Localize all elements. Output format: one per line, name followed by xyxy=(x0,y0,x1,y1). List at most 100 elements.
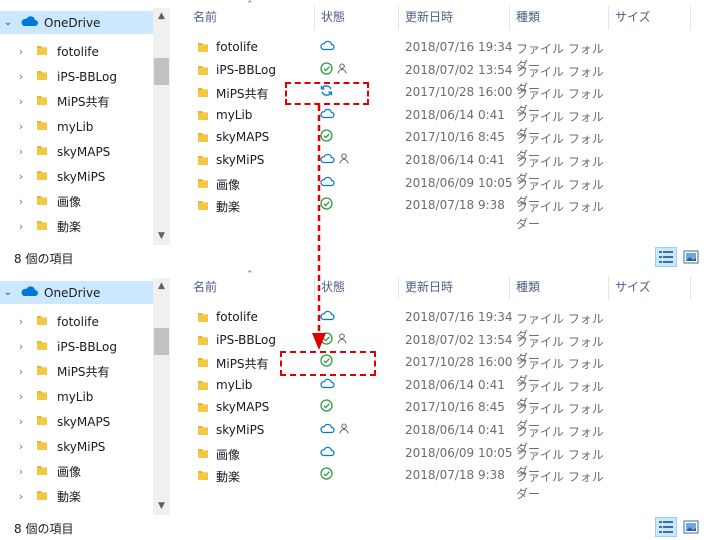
file-type: ファイル フォルダー xyxy=(516,200,604,232)
nav-item[interactable]: › skyMiPS xyxy=(0,434,153,459)
chevron-right-icon[interactable]: › xyxy=(13,70,29,83)
nav-item-label: iPS-BBLog xyxy=(57,339,117,354)
nav-scrollbar[interactable]: ▲ ▼ xyxy=(153,278,170,515)
nav-item[interactable]: › myLib xyxy=(0,114,153,139)
column-divider[interactable] xyxy=(608,276,609,300)
column-header-name[interactable]: 名前 xyxy=(193,278,217,300)
nav-root-onedrive[interactable]: ⌄ OneDrive xyxy=(0,281,153,304)
column-header-modified[interactable]: 更新日時 xyxy=(405,278,453,300)
explorer-pane-after: ⌄ OneDrive › fotolife › iPS-BBLog › MiPS共有 › my… xyxy=(0,270,706,540)
file-row[interactable]: 動楽 2018/07/18 9:38 ファイル フォルダー xyxy=(190,194,610,231)
nav-item[interactable]: › iPS-BBLog xyxy=(0,334,153,359)
person-icon xyxy=(339,153,349,167)
file-row[interactable]: skyMAPS 2017/10/16 8:45 ファイル フォルダー xyxy=(190,396,610,433)
nav-item[interactable]: › iPS-BBLog xyxy=(0,64,153,89)
nav-item[interactable]: › 動楽 xyxy=(0,484,153,509)
column-header-size[interactable]: サイズ xyxy=(615,8,651,30)
file-row[interactable]: myLib 2018/06/14 0:41 ファイル フォルダー xyxy=(190,104,610,141)
nav-item-label: iPS-BBLog xyxy=(57,69,117,84)
file-row[interactable]: iPS-BBLog 2018/07/02 13:54 ファイル フォルダー xyxy=(190,59,610,96)
person-icon xyxy=(337,333,347,347)
details-view-button[interactable] xyxy=(655,247,677,267)
modified-date: 2018/06/14 0:41 xyxy=(405,107,505,122)
chevron-right-icon[interactable]: › xyxy=(13,195,29,208)
column-divider[interactable] xyxy=(690,276,691,300)
nav-item[interactable]: › 画像 xyxy=(0,189,153,214)
nav-item[interactable]: › fotolife xyxy=(0,39,153,64)
details-view-button[interactable] xyxy=(655,517,677,537)
nav-item[interactable]: › skyMAPS xyxy=(0,139,153,164)
scroll-up-icon[interactable]: ▲ xyxy=(153,278,170,295)
column-divider[interactable] xyxy=(314,276,315,300)
file-row[interactable]: fotolife 2018/07/16 19:34 ファイル フォルダー xyxy=(190,36,610,73)
chevron-right-icon[interactable]: › xyxy=(13,220,29,233)
file-row[interactable]: myLib 2018/06/14 0:41 ファイル フォルダー xyxy=(190,374,610,411)
chevron-right-icon[interactable]: › xyxy=(13,440,29,453)
chevron-right-icon[interactable]: › xyxy=(13,490,29,503)
column-divider[interactable] xyxy=(314,6,315,30)
chevron-right-icon[interactable]: › xyxy=(13,415,29,428)
column-divider[interactable] xyxy=(509,6,510,30)
nav-item[interactable]: › skyMAPS xyxy=(0,409,153,434)
column-divider[interactable] xyxy=(398,276,399,300)
chevron-right-icon[interactable]: › xyxy=(13,340,29,353)
column-divider[interactable] xyxy=(509,276,510,300)
modified-date: 2018/07/18 9:38 xyxy=(405,468,505,483)
file-row[interactable]: MiPS共有 2017/10/28 16:00 ファイル フォルダー xyxy=(190,351,610,388)
column-header-modified[interactable]: 更新日時 xyxy=(405,8,453,30)
file-row[interactable]: iPS-BBLog 2018/07/02 13:54 ファイル フォルダー xyxy=(190,329,610,366)
column-divider[interactable] xyxy=(690,6,691,30)
file-row[interactable]: 画像 2018/06/09 10:05 ファイル フォルダー xyxy=(190,172,610,209)
file-row[interactable]: MiPS共有 2017/10/28 16:00 ファイル フォルダー xyxy=(190,81,610,118)
nav-item[interactable]: › MiPS共有 xyxy=(0,359,153,384)
chevron-right-icon[interactable]: › xyxy=(13,390,29,403)
chevron-right-icon[interactable]: › xyxy=(13,315,29,328)
column-header-size[interactable]: サイズ xyxy=(615,278,651,300)
column-header-status[interactable]: 状態 xyxy=(321,278,345,300)
chevron-right-icon[interactable]: › xyxy=(13,120,29,133)
column-header-status[interactable]: 状態 xyxy=(321,8,345,30)
scroll-down-icon[interactable]: ▼ xyxy=(153,498,170,515)
file-row[interactable]: skyMiPS 2018/06/14 0:41 ファイル フォルダー xyxy=(190,419,610,456)
scroll-down-icon[interactable]: ▼ xyxy=(153,228,170,245)
file-row[interactable]: 動楽 2018/07/18 9:38 ファイル フォルダー xyxy=(190,464,610,501)
chevron-right-icon[interactable]: › xyxy=(13,365,29,378)
column-header-name[interactable]: 名前 xyxy=(193,8,217,30)
nav-item-label: MiPS共有 xyxy=(57,95,110,109)
column-divider[interactable] xyxy=(398,6,399,30)
modified-date: 2018/06/14 0:41 xyxy=(405,423,505,437)
nav-item[interactable]: › fotolife xyxy=(0,309,153,334)
file-name: myLib xyxy=(216,107,253,122)
file-row[interactable]: skyMAPS 2017/10/16 8:45 ファイル フォルダー xyxy=(190,126,610,163)
folder-icon xyxy=(36,69,48,84)
nav-item[interactable]: › skyMiPS xyxy=(0,164,153,189)
chevron-right-icon[interactable]: › xyxy=(13,45,29,58)
column-header-type[interactable]: 種類 xyxy=(516,8,540,30)
nav-scrollbar[interactable]: ▲ ▼ xyxy=(153,8,170,245)
column-header-type[interactable]: 種類 xyxy=(516,278,540,300)
column-divider[interactable] xyxy=(608,6,609,30)
scroll-up-icon[interactable]: ▲ xyxy=(153,8,170,25)
file-name: 画像 xyxy=(216,177,241,192)
chevron-right-icon[interactable]: › xyxy=(13,95,29,108)
chevron-right-icon[interactable]: › xyxy=(13,465,29,478)
nav-root-onedrive[interactable]: ⌄ OneDrive xyxy=(0,11,153,34)
large-icons-view-button[interactable] xyxy=(680,247,702,267)
large-icons-view-button[interactable] xyxy=(680,517,702,537)
nav-item[interactable]: › myLib xyxy=(0,384,153,409)
chevron-down-icon[interactable]: ⌄ xyxy=(0,17,16,28)
nav-item-label: myLib xyxy=(57,119,94,134)
nav-item[interactable]: › MiPS共有 xyxy=(0,89,153,114)
file-row[interactable]: fotolife 2018/07/16 19:34 ファイル フォルダー xyxy=(190,306,610,343)
chevron-right-icon[interactable]: › xyxy=(13,170,29,183)
nav-root-label: OneDrive xyxy=(44,285,101,300)
nav-item[interactable]: › 動楽 xyxy=(0,214,153,239)
scroll-thumb[interactable] xyxy=(154,58,169,85)
person-icon xyxy=(339,423,349,437)
file-row[interactable]: 画像 2018/06/09 10:05 ファイル フォルダー xyxy=(190,442,610,479)
nav-item[interactable]: › 画像 xyxy=(0,459,153,484)
file-row[interactable]: skyMiPS 2018/06/14 0:41 ファイル フォルダー xyxy=(190,149,610,186)
chevron-down-icon[interactable]: ⌄ xyxy=(0,287,16,298)
scroll-thumb[interactable] xyxy=(154,328,169,355)
chevron-right-icon[interactable]: › xyxy=(13,145,29,158)
